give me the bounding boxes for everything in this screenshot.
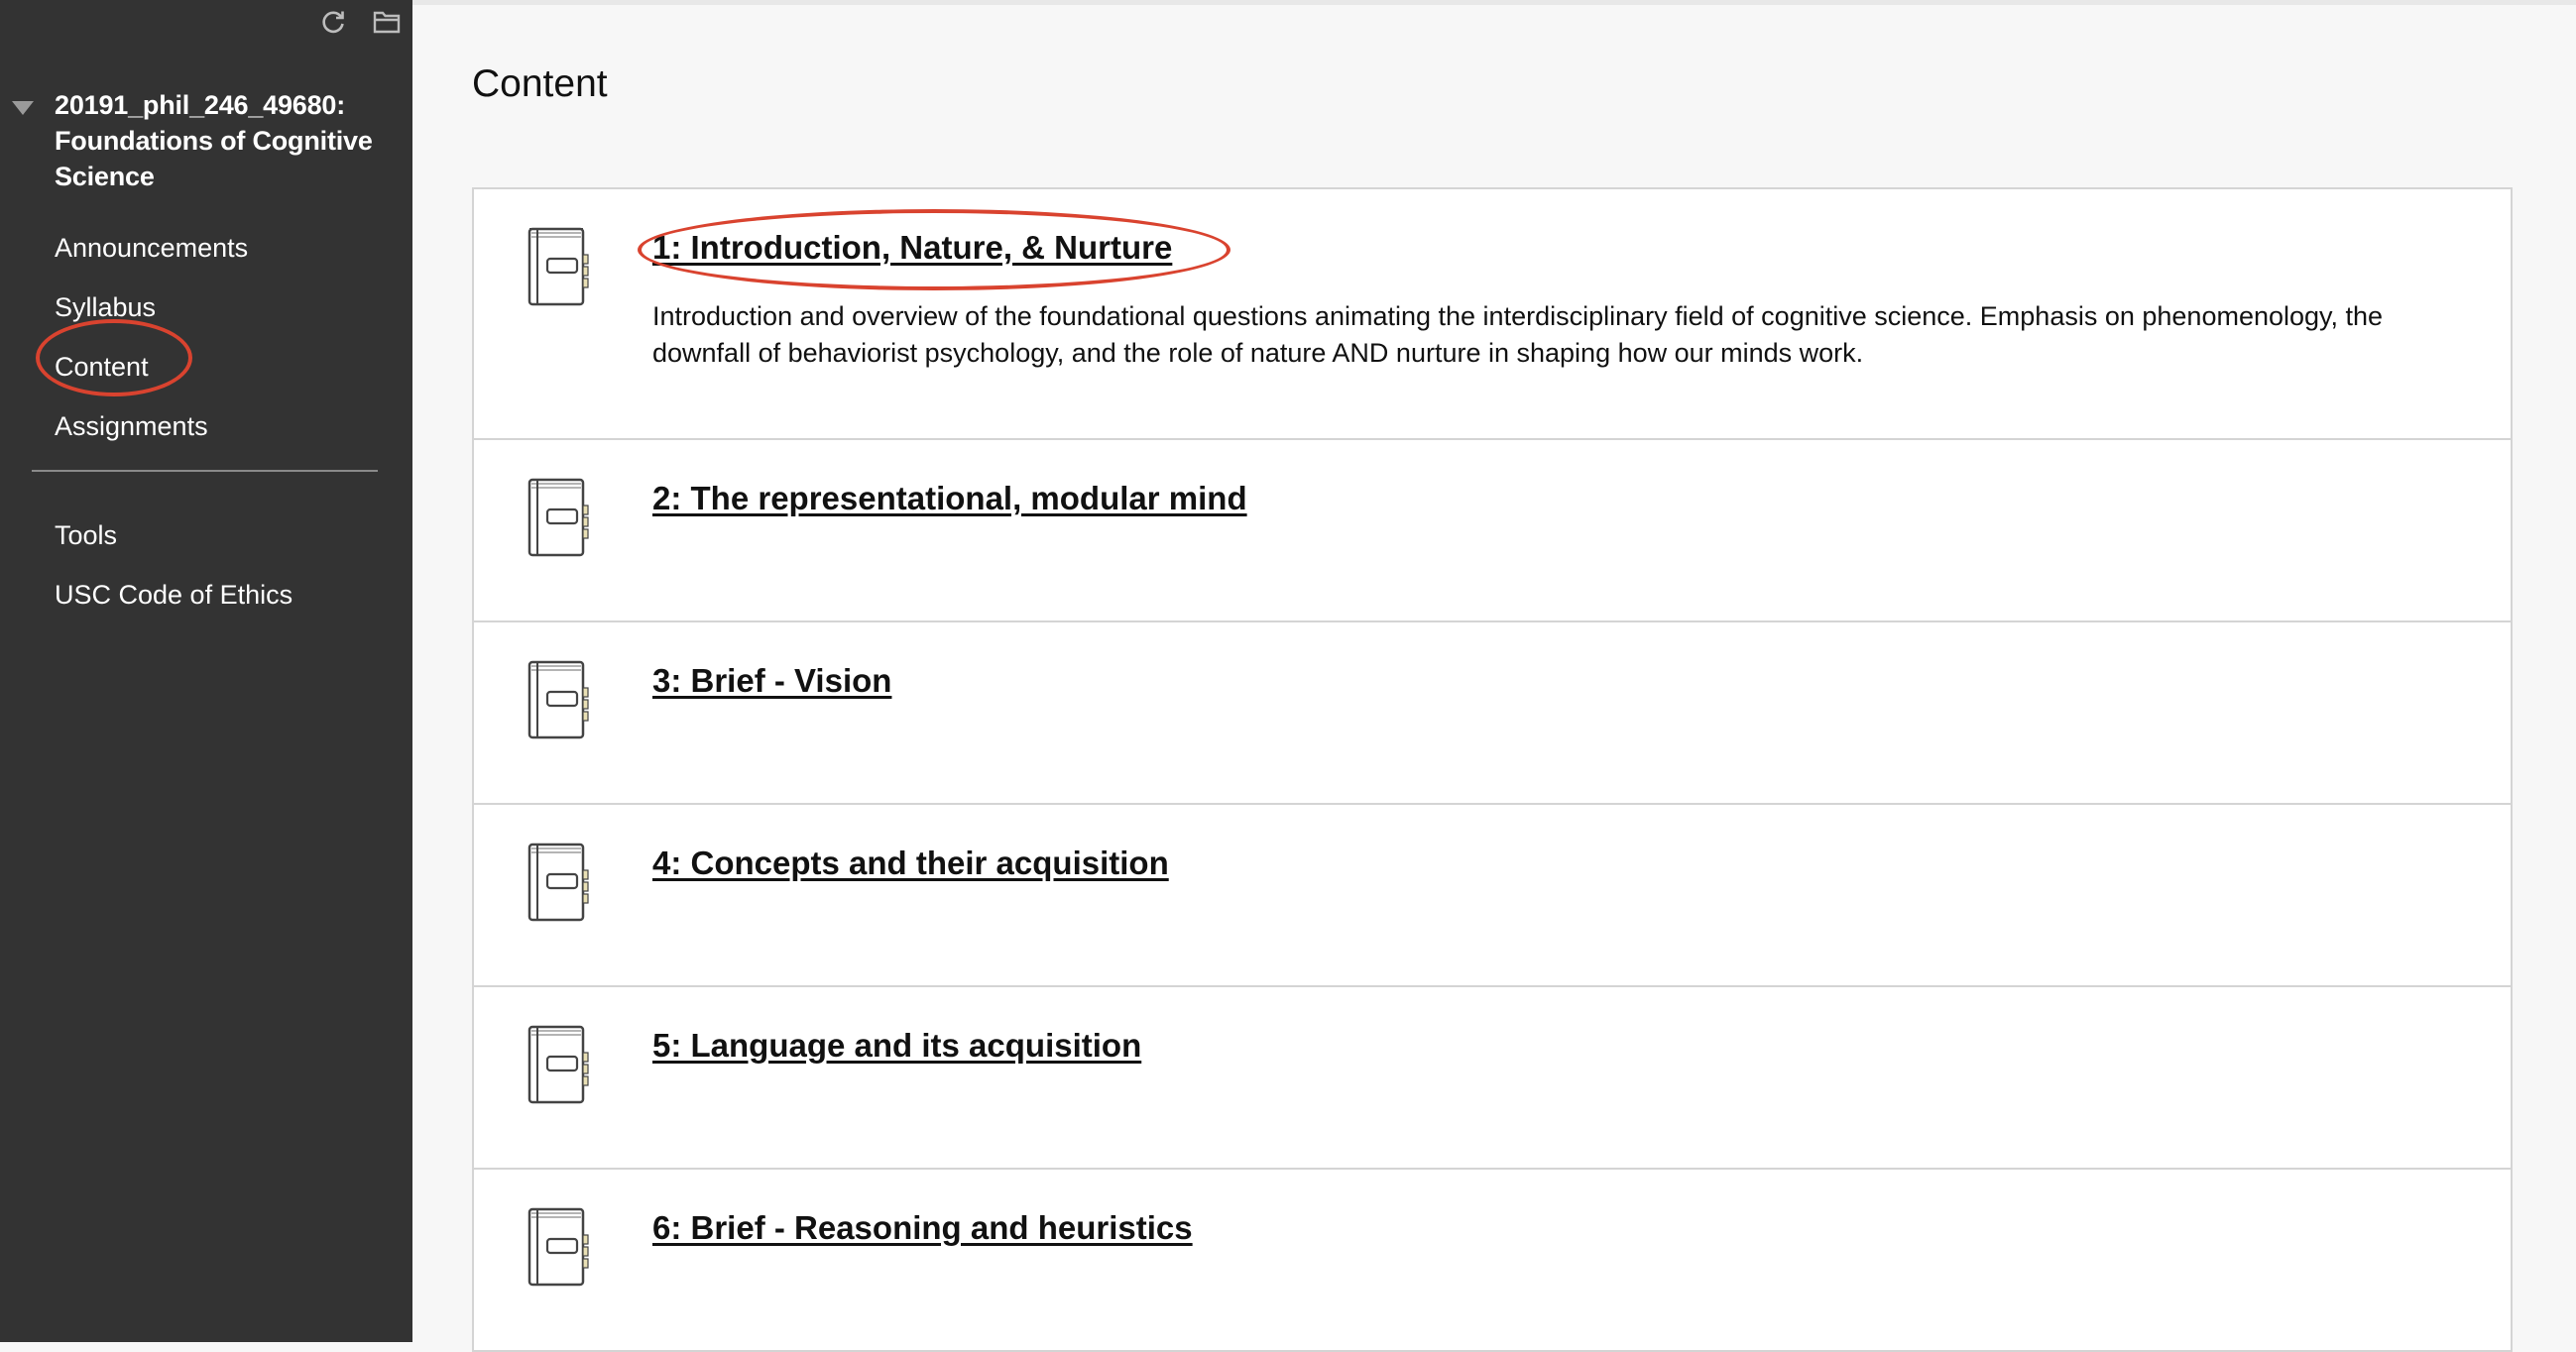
content-item-title[interactable]: 6: Brief - Reasoning and heuristics	[652, 1209, 1193, 1247]
folder-icon[interactable]	[371, 6, 403, 38]
course-title[interactable]: 20191_phil_246_49680: Foundations of Cog…	[0, 87, 412, 194]
page-title: Content	[472, 62, 608, 105]
content-item-title[interactable]: 1: Introduction, Nature, & Nurture	[652, 229, 1172, 267]
nav-item-assignments[interactable]: Assignments	[55, 396, 248, 456]
refresh-icon[interactable]	[317, 6, 349, 38]
sidebar-toolbar	[317, 6, 403, 38]
notebook-icon	[527, 478, 589, 557]
collapse-triangle-icon[interactable]	[12, 101, 34, 115]
content-item-5: 5: Language and its acquisition	[474, 987, 2511, 1170]
content-item-title[interactable]: 2: The representational, modular mind	[652, 480, 1247, 517]
notebook-icon	[527, 660, 589, 739]
course-header: 20191_phil_246_49680: Foundations of Cog…	[0, 87, 412, 194]
content-item-2: 2: The representational, modular mind	[474, 440, 2511, 622]
content-item-4: 4: Concepts and their acquisition	[474, 805, 2511, 987]
content-item-6: 6: Brief - Reasoning and heuristics	[474, 1170, 2511, 1352]
notebook-icon	[527, 843, 589, 922]
nav-item-usc-code-of-ethics[interactable]: USC Code of Ethics	[55, 565, 293, 624]
content-item-description: Introduction and overview of the foundat…	[652, 301, 2384, 368]
content-list: 1: Introduction, Nature, & Nurture Intro…	[472, 187, 2513, 1352]
nav-item-syllabus[interactable]: Syllabus	[55, 278, 248, 337]
course-menu: Announcements Syllabus Content Assignmen…	[55, 218, 248, 456]
content-item-title[interactable]: 4: Concepts and their acquisition	[652, 845, 1169, 882]
nav-item-tools[interactable]: Tools	[55, 506, 293, 565]
content-item-3: 3: Brief - Vision	[474, 622, 2511, 805]
menu-divider	[32, 470, 378, 472]
content-item-title[interactable]: 3: Brief - Vision	[652, 662, 891, 700]
notebook-icon	[527, 227, 589, 306]
notebook-icon	[527, 1207, 589, 1287]
main-content: Content 1: Introduction, Nature, & Nurtu…	[412, 0, 2576, 1352]
nav-item-content[interactable]: Content	[55, 337, 248, 396]
course-menu-secondary: Tools USC Code of Ethics	[55, 506, 293, 624]
content-item-1: 1: Introduction, Nature, & Nurture Intro…	[474, 189, 2511, 440]
course-sidebar: 20191_phil_246_49680: Foundations of Cog…	[0, 0, 412, 1342]
content-item-title[interactable]: 5: Language and its acquisition	[652, 1027, 1141, 1065]
notebook-icon	[527, 1025, 589, 1104]
nav-item-announcements[interactable]: Announcements	[55, 218, 248, 278]
